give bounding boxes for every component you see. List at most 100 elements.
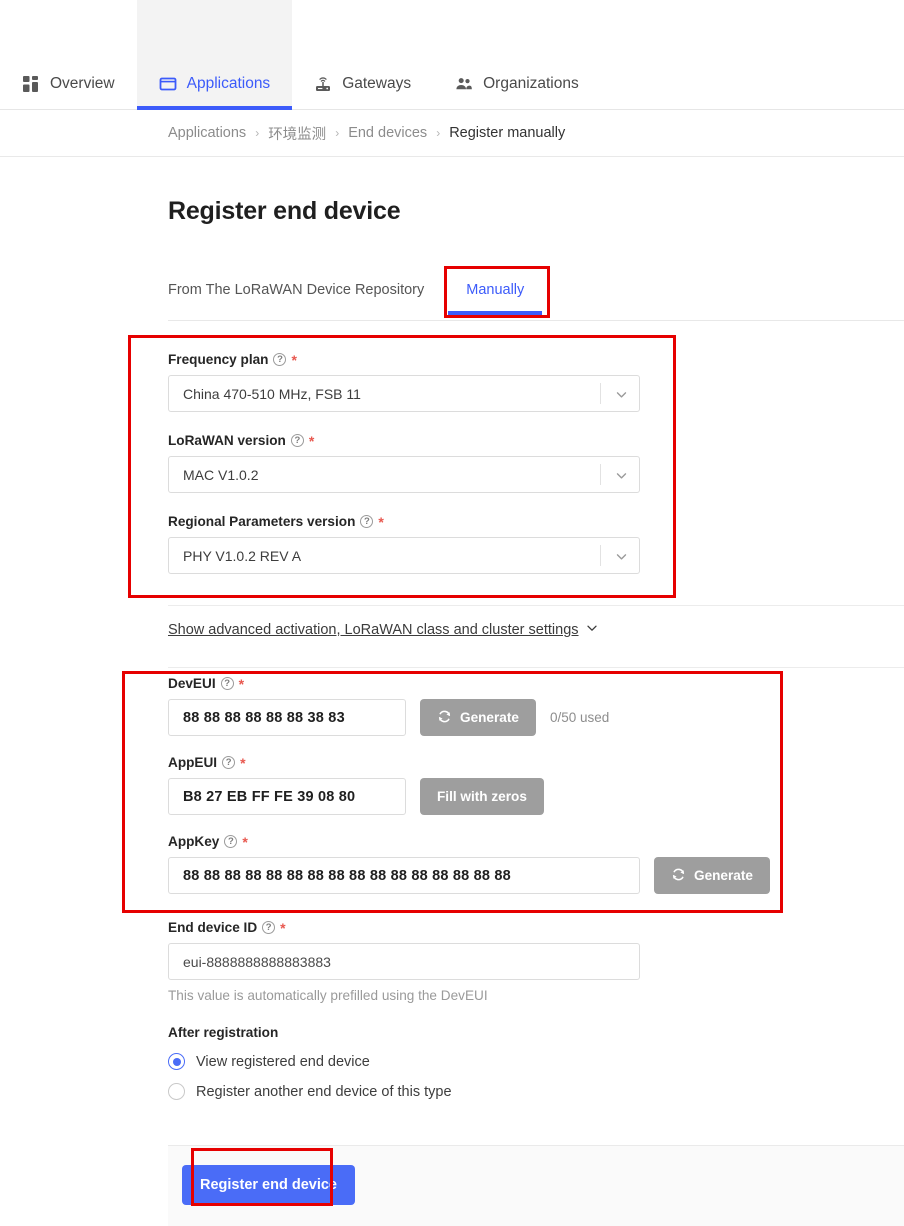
app-eui-fill-zeros-button[interactable]: Fill with zeros (420, 778, 544, 815)
required-asterisk: * (308, 432, 315, 449)
nav-item-label: Overview (50, 75, 115, 93)
app-eui-field: AppEUI ? * B8 27 EB FF FE 39 08 80 Fill … (168, 755, 770, 815)
help-icon[interactable]: ? (360, 515, 374, 528)
show-advanced-settings-link[interactable]: Show advanced activation, LoRaWAN class … (168, 622, 598, 638)
nav-item-applications[interactable]: Applications (136, 0, 293, 110)
regional-parameters-version-select[interactable]: PHY V1.0.2 REV A (168, 537, 640, 574)
tab-underline-divider (168, 320, 904, 321)
nav-item-label: Applications (186, 75, 271, 93)
radio-register-another-end-device[interactable]: Register another end device of this type (168, 1083, 640, 1100)
help-icon[interactable]: ? (262, 921, 276, 934)
app-key-generate-button[interactable]: Generate (654, 857, 770, 894)
label-text: AppEUI (168, 755, 218, 770)
radio-indicator (168, 1083, 185, 1100)
regional-parameters-version-field: Regional Parameters version ? * PHY V1.0… (168, 514, 640, 574)
regional-parameters-version-value: PHY V1.0.2 REV A (183, 547, 302, 564)
lorawan-version-field: LoRaWAN version ? * MAC V1.0.2 (168, 433, 640, 493)
lorawan-version-select[interactable]: MAC V1.0.2 (168, 456, 640, 493)
submit-bar: Register end device (168, 1145, 904, 1226)
label-text: Frequency plan (168, 352, 269, 367)
nav-item-organizations[interactable]: Organizations (433, 0, 601, 110)
label-text: LoRaWAN version (168, 433, 286, 448)
breadcrumb-item-applications[interactable]: Applications (168, 125, 246, 141)
top-navigation-bar: Overview Applications Gateways Organizat… (0, 0, 904, 110)
app-eui-fill-zeros-label: Fill with zeros (437, 789, 527, 804)
chevron-down-icon (586, 622, 598, 638)
page-root: Overview Applications Gateways Organizat… (0, 0, 904, 1226)
section-divider-top (168, 605, 904, 606)
breadcrumb-item-end-devices[interactable]: End devices (348, 125, 427, 141)
breadcrumb-separator: › (255, 126, 260, 140)
label-text: AppKey (168, 834, 220, 849)
people-icon (455, 75, 473, 93)
register-end-device-label: Register end device (200, 1177, 337, 1193)
required-asterisk: * (242, 833, 248, 850)
breadcrumb-bar: Applications › 环境监测 › End devices › Regi… (0, 110, 904, 157)
page-content: Register end device From The LoRaWAN Dev… (0, 157, 904, 315)
select-divider (600, 545, 601, 566)
lorawan-version-value: MAC V1.0.2 (183, 466, 259, 483)
nav-item-gateways[interactable]: Gateways (292, 0, 433, 110)
dev-eui-field: DevEUI ? * 88 88 88 88 88 88 38 83 Gener… (168, 676, 770, 736)
dev-eui-generate-label: Generate (460, 710, 519, 725)
advanced-link-text: Show advanced activation, LoRaWAN class … (168, 622, 579, 638)
nav-item-overview[interactable]: Overview (0, 0, 137, 110)
tab-from-device-repository[interactable]: From The LoRaWAN Device Repository (168, 281, 438, 310)
tab-label: From The LoRaWAN Device Repository (168, 281, 425, 298)
version-settings-group: Frequency plan ? * China 470-510 MHz, FS… (168, 352, 640, 574)
app-eui-value: B8 27 EB FF FE 39 08 80 (183, 788, 356, 805)
window-icon (159, 75, 177, 93)
breadcrumb-separator: › (335, 126, 340, 140)
chevron-down-icon (616, 387, 627, 398)
refresh-icon (671, 867, 686, 885)
dev-eui-value: 88 88 88 88 88 88 38 83 (183, 709, 345, 726)
help-icon[interactable]: ? (224, 835, 238, 848)
page-title: Register end device (168, 197, 401, 225)
dev-eui-input[interactable]: 88 88 88 88 88 88 38 83 (168, 699, 406, 736)
breadcrumb-item-current: Register manually (449, 125, 566, 141)
after-registration-label: After registration (168, 1025, 640, 1040)
regional-parameters-version-label: Regional Parameters version ? * (168, 514, 640, 529)
help-icon[interactable]: ? (222, 756, 236, 769)
end-device-id-group: End device ID ? * eui-8888888888883883 T… (168, 920, 640, 1100)
refresh-icon (437, 709, 452, 727)
required-asterisk: * (291, 351, 297, 368)
radio-indicator (168, 1053, 185, 1070)
help-icon[interactable]: ? (290, 434, 304, 447)
frequency-plan-select[interactable]: China 470-510 MHz, FSB 11 (168, 375, 640, 412)
label-text: After registration (168, 1025, 279, 1040)
dev-eui-usage-counter: 0/50 used (549, 710, 610, 725)
required-asterisk: * (280, 919, 286, 936)
dev-eui-generate-button[interactable]: Generate (420, 699, 536, 736)
app-key-label: AppKey ? * (168, 834, 770, 849)
router-icon (314, 75, 332, 93)
tab-manually[interactable]: Manually (438, 281, 552, 315)
select-divider (600, 464, 601, 485)
required-asterisk: * (238, 675, 245, 692)
chevron-down-icon (616, 468, 627, 479)
tab-label: Manually (466, 281, 525, 298)
label-text: End device ID (168, 920, 258, 935)
app-eui-input[interactable]: B8 27 EB FF FE 39 08 80 (168, 778, 406, 815)
radio-label: View registered end device (196, 1053, 370, 1070)
help-icon[interactable]: ? (273, 353, 287, 366)
nav-item-label: Gateways (342, 75, 412, 93)
end-device-id-value: eui-8888888888883883 (183, 953, 331, 970)
help-icon[interactable]: ? (220, 677, 234, 690)
app-key-generate-label: Generate (694, 868, 753, 883)
registration-mode-tabs: From The LoRaWAN Device Repository Manua… (168, 263, 904, 315)
chevron-down-icon (616, 549, 627, 560)
radio-label: Register another end device of this type (196, 1083, 452, 1100)
dev-eui-label: DevEUI ? * (168, 676, 770, 691)
end-device-id-input[interactable]: eui-8888888888883883 (168, 943, 640, 980)
nav-items: Overview Applications Gateways Organizat… (0, 0, 904, 110)
app-key-field: AppKey ? * 88 88 88 88 88 88 88 88 88 88… (168, 834, 770, 894)
nav-item-label: Organizations (483, 75, 579, 93)
radio-view-registered-end-device[interactable]: View registered end device (168, 1053, 640, 1070)
end-device-id-label: End device ID ? * (168, 920, 640, 935)
register-end-device-button[interactable]: Register end device (182, 1165, 355, 1205)
app-key-input[interactable]: 88 88 88 88 88 88 88 88 88 88 88 88 88 8… (168, 857, 640, 894)
label-text: Regional Parameters version (168, 514, 356, 529)
required-asterisk: * (378, 513, 384, 530)
breadcrumb-item-application-name[interactable]: 环境监测 (268, 123, 326, 144)
